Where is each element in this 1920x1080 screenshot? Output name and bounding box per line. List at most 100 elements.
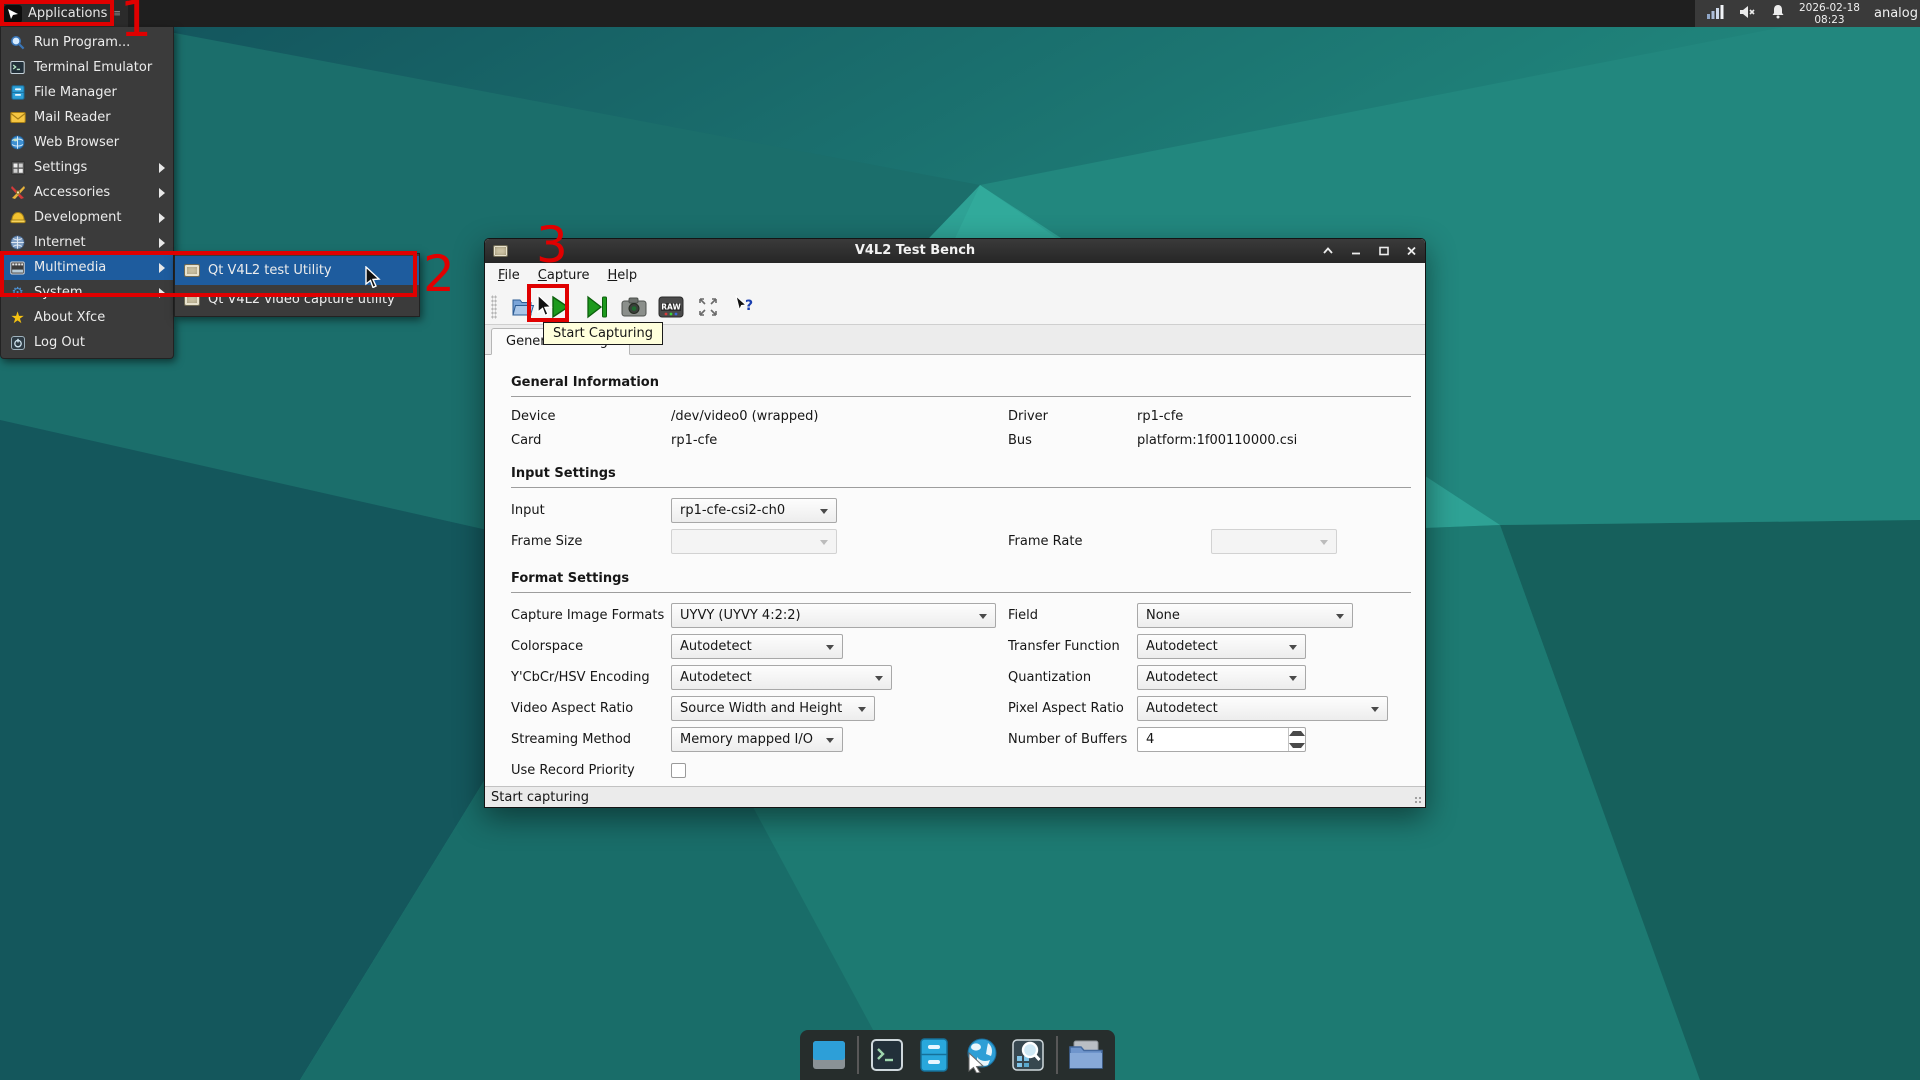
menu-item-accessories[interactable]: Accessories (1, 180, 173, 205)
menu-item-settings[interactable]: Settings (1, 155, 173, 180)
menu-help[interactable]: Help (598, 265, 646, 286)
menu-item-terminal-emulator[interactable]: Terminal Emulator (1, 55, 173, 80)
input-label: Input (511, 503, 671, 518)
svg-text:RAW: RAW (661, 302, 681, 311)
svg-text:?: ? (745, 298, 753, 314)
input-dropdown[interactable]: rp1-cfe-csi2-ch0 (671, 498, 837, 523)
app-finder-icon (1011, 1038, 1045, 1072)
general-settings-pane: General Information Device /dev/video0 (… (485, 355, 1425, 786)
window-statusbar: Start capturing (485, 786, 1425, 807)
web-browser-icon (9, 134, 26, 151)
menu-file[interactable]: File (489, 265, 529, 286)
field-dropdown-value: None (1146, 608, 1180, 623)
video-aspect-ratio-label: Video Aspect Ratio (511, 701, 671, 716)
menu-item-web-browser[interactable]: Web Browser (1, 130, 173, 155)
settings-icon (9, 159, 26, 176)
next-frame-icon (585, 295, 609, 319)
field-label: Field (1008, 608, 1137, 623)
card-label: Card (511, 433, 671, 448)
pixel-aspect-ratio-dropdown[interactable]: Autodetect (1137, 696, 1388, 721)
toolbar-drag-handle[interactable] (491, 295, 497, 319)
window-titlebar[interactable]: V4L2 Test Bench (485, 239, 1425, 263)
streaming-method-dropdown[interactable]: Memory mapped I/O (671, 727, 843, 752)
number-of-buffers-spinbox[interactable]: 4 (1137, 727, 1306, 752)
input-dropdown-value: rp1-cfe-csi2-ch0 (680, 503, 785, 518)
capture-next-frame-button[interactable] (584, 294, 610, 320)
show-desktop-button[interactable] (810, 1036, 848, 1074)
dock-web-browser-button[interactable] (962, 1036, 1000, 1074)
clock[interactable]: 2026-02-18 08:23 (1799, 2, 1860, 26)
transfer-function-dropdown-value: Autodetect (1146, 639, 1218, 654)
capture-image-formats-value: UYVY (UYVY 4:2:2) (680, 608, 801, 623)
shade-button[interactable] (1322, 246, 1334, 255)
maximize-button[interactable] (1378, 246, 1390, 256)
menu-item-development[interactable]: Development (1, 205, 173, 230)
submenu-arrow-icon (159, 238, 165, 248)
dock-files-button[interactable] (1067, 1036, 1105, 1074)
menu-item-mail-reader[interactable]: Mail Reader (1, 105, 173, 130)
volume-muted-icon[interactable] (1739, 5, 1757, 23)
top-panel: Applications ≡ 2026-02-18 08:23 ana (0, 0, 1920, 27)
menu-item-label: Development (34, 210, 151, 225)
form-row-record-priority: Use Record Priority (511, 755, 1411, 786)
whats-this-button[interactable]: ? (732, 294, 758, 320)
dock-terminal-button[interactable] (868, 1036, 906, 1074)
bus-label: Bus (1008, 433, 1137, 448)
annotation-box-2 (0, 251, 417, 297)
raw-file-icon: RAW (658, 295, 684, 319)
form-row-capture-format-field: Capture Image Formats UYVY (UYVY 4:2:2) … (511, 600, 1411, 631)
development-icon (9, 209, 26, 226)
terminal-icon (870, 1038, 904, 1072)
terminal-icon (9, 59, 26, 76)
quantization-dropdown[interactable]: Autodetect (1137, 665, 1306, 690)
save-raw-button[interactable]: RAW (658, 294, 684, 320)
submenu-arrow-icon (159, 213, 165, 223)
quantization-label: Quantization (1008, 670, 1137, 685)
desktop: { "annotations": { "step1": "1", "step2"… (0, 0, 1920, 1080)
menu-item-about-xfce[interactable]: ★ About Xfce (1, 305, 173, 330)
dock-app-finder-button[interactable] (1009, 1036, 1047, 1074)
dock-file-manager-button[interactable] (915, 1036, 953, 1074)
form-row-frame-size-rate: Frame Size Frame Rate (511, 526, 1411, 557)
applications-menu: Run Program... Terminal Emulator File Ma… (0, 27, 174, 359)
camera-icon (621, 296, 647, 318)
resize-grip[interactable] (1414, 796, 1422, 804)
driver-value: rp1-cfe (1137, 409, 1183, 424)
streaming-method-label: Streaming Method (511, 732, 671, 747)
streaming-method-dropdown-value: Memory mapped I/O (680, 732, 813, 747)
use-record-priority-checkbox[interactable] (671, 763, 686, 778)
frame-rate-label: Frame Rate (1008, 534, 1211, 549)
colorspace-dropdown[interactable]: Autodetect (671, 634, 843, 659)
info-row-device-driver: Device /dev/video0 (wrapped) Driver rp1-… (511, 404, 1411, 428)
capture-image-formats-dropdown[interactable]: UYVY (UYVY 4:2:2) (671, 603, 996, 628)
dock-separator (1056, 1036, 1058, 1074)
resize-to-frame-button[interactable] (695, 294, 721, 320)
quantization-dropdown-value: Autodetect (1146, 670, 1218, 685)
pixel-aspect-ratio-label: Pixel Aspect Ratio (1008, 701, 1137, 716)
window-menubar: File Capture Help (485, 263, 1425, 289)
annotation-number-2: 2 (423, 249, 455, 299)
spin-down-button[interactable] (1289, 740, 1305, 752)
annotation-box-1 (0, 0, 114, 26)
field-dropdown[interactable]: None (1137, 603, 1353, 628)
minimize-button[interactable] (1350, 246, 1362, 255)
device-value: /dev/video0 (wrapped) (671, 409, 818, 424)
capture-image-formats-label: Capture Image Formats (511, 608, 671, 623)
menu-item-label: Terminal Emulator (34, 60, 165, 75)
menu-item-log-out[interactable]: Log Out (1, 330, 173, 355)
notifications-bell-icon[interactable] (1771, 4, 1785, 23)
form-row-input: Input rp1-cfe-csi2-ch0 (511, 495, 1411, 526)
spin-up-button[interactable] (1289, 728, 1305, 740)
make-snapshot-button[interactable] (621, 294, 647, 320)
dock-separator (857, 1036, 859, 1074)
video-aspect-ratio-dropdown[interactable]: Source Width and Height (671, 696, 875, 721)
ycbcr-encoding-dropdown[interactable]: Autodetect (671, 665, 892, 690)
file-manager-icon (9, 84, 26, 101)
menu-item-label: File Manager (34, 85, 165, 100)
close-button[interactable] (1406, 246, 1417, 256)
menu-item-file-manager[interactable]: File Manager (1, 80, 173, 105)
transfer-function-dropdown[interactable]: Autodetect (1137, 634, 1306, 659)
network-signal-icon[interactable] (1707, 5, 1725, 23)
form-row-ycbcr-quantization: Y'CbCr/HSV Encoding Autodetect Quantizat… (511, 662, 1411, 693)
colorspace-label: Colorspace (511, 639, 671, 654)
